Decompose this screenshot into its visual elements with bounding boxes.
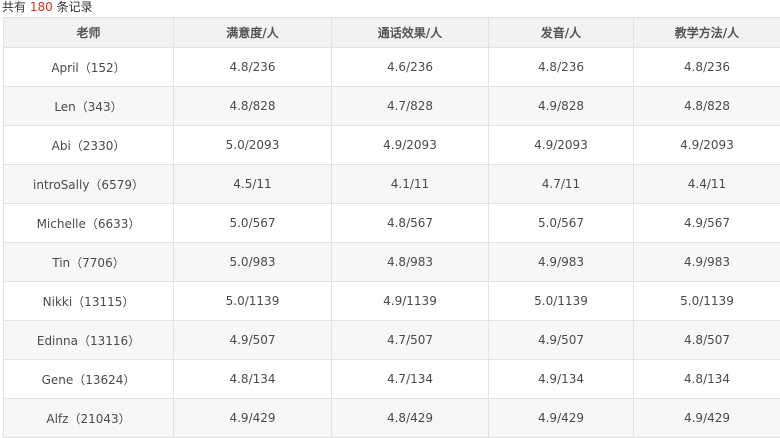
satisfaction-cell: 4.8/236 <box>174 48 332 87</box>
pronunciation-cell: 4.9/2093 <box>489 126 634 165</box>
pronunciation-cell: 4.9/507 <box>489 321 634 360</box>
teaching-method-cell: 4.9/429 <box>634 399 780 438</box>
satisfaction-cell: 4.5/11 <box>174 165 332 204</box>
satisfaction-cell: 4.8/828 <box>174 87 332 126</box>
teacher-cell: Michelle（6633） <box>4 204 174 243</box>
table-row: Alfz（21043）4.9/4294.8/4294.9/4294.9/429 <box>4 399 780 438</box>
teacher-cell: Edinna（13116） <box>4 321 174 360</box>
call-quality-cell: 4.7/828 <box>332 87 489 126</box>
table-row: Abi（2330）5.0/20934.9/20934.9/20934.9/209… <box>4 126 780 165</box>
call-quality-cell: 4.8/429 <box>332 399 489 438</box>
pronunciation-cell: 4.9/983 <box>489 243 634 282</box>
pronunciation-cell: 5.0/1139 <box>489 282 634 321</box>
table-row: Tin（7706）5.0/9834.8/9834.9/9834.9/983 <box>4 243 780 282</box>
record-count: 180 <box>30 0 53 14</box>
teacher-ratings-table: 老师 满意度/人 通话效果/人 发音/人 教学方法/人 April（152）4.… <box>3 17 780 438</box>
table-row: April（152）4.8/2364.6/2364.8/2364.8/236 <box>4 48 780 87</box>
table-row: Michelle（6633）5.0/5674.8/5675.0/5674.9/5… <box>4 204 780 243</box>
teacher-cell: Abi（2330） <box>4 126 174 165</box>
teaching-method-cell: 5.0/1139 <box>634 282 780 321</box>
header-row: 老师 满意度/人 通话效果/人 发音/人 教学方法/人 <box>4 18 780 48</box>
satisfaction-cell: 4.9/429 <box>174 399 332 438</box>
teaching-method-cell: 4.9/2093 <box>634 126 780 165</box>
record-count-summary: 共有 180 条记录 <box>2 0 93 16</box>
header-call-quality: 通话效果/人 <box>332 18 489 48</box>
satisfaction-cell: 5.0/1139 <box>174 282 332 321</box>
table-row: Edinna（13116）4.9/5074.7/5074.9/5074.8/50… <box>4 321 780 360</box>
teaching-method-cell: 4.8/134 <box>634 360 780 399</box>
teacher-cell: Tin（7706） <box>4 243 174 282</box>
teacher-cell: introSally（6579） <box>4 165 174 204</box>
table-row: introSally（6579）4.5/114.1/114.7/114.4/11 <box>4 165 780 204</box>
call-quality-cell: 4.9/2093 <box>332 126 489 165</box>
teacher-cell: Nikki（13115） <box>4 282 174 321</box>
call-quality-cell: 4.8/983 <box>332 243 489 282</box>
satisfaction-cell: 4.8/134 <box>174 360 332 399</box>
call-quality-cell: 4.6/236 <box>332 48 489 87</box>
call-quality-cell: 4.8/567 <box>332 204 489 243</box>
teaching-method-cell: 4.9/983 <box>634 243 780 282</box>
call-quality-cell: 4.9/1139 <box>332 282 489 321</box>
call-quality-cell: 4.7/134 <box>332 360 489 399</box>
table-row: Len（343）4.8/8284.7/8284.9/8284.8/828 <box>4 87 780 126</box>
summary-suffix: 条记录 <box>57 0 93 14</box>
header-satisfaction: 满意度/人 <box>174 18 332 48</box>
teacher-cell: Alfz（21043） <box>4 399 174 438</box>
pronunciation-cell: 5.0/567 <box>489 204 634 243</box>
pronunciation-cell: 4.7/11 <box>489 165 634 204</box>
pronunciation-cell: 4.9/134 <box>489 360 634 399</box>
teacher-cell: Len（343） <box>4 87 174 126</box>
table-header: 老师 满意度/人 通话效果/人 发音/人 教学方法/人 <box>4 18 780 48</box>
satisfaction-cell: 5.0/567 <box>174 204 332 243</box>
teaching-method-cell: 4.8/236 <box>634 48 780 87</box>
call-quality-cell: 4.7/507 <box>332 321 489 360</box>
teaching-method-cell: 4.9/567 <box>634 204 780 243</box>
pronunciation-cell: 4.9/429 <box>489 399 634 438</box>
table-row: Gene（13624）4.8/1344.7/1344.9/1344.8/134 <box>4 360 780 399</box>
teacher-cell: April（152） <box>4 48 174 87</box>
call-quality-cell: 4.1/11 <box>332 165 489 204</box>
teaching-method-cell: 4.8/507 <box>634 321 780 360</box>
table-row: Nikki（13115）5.0/11394.9/11395.0/11395.0/… <box>4 282 780 321</box>
satisfaction-cell: 5.0/2093 <box>174 126 332 165</box>
teaching-method-cell: 4.8/828 <box>634 87 780 126</box>
header-teacher: 老师 <box>4 18 174 48</box>
satisfaction-cell: 5.0/983 <box>174 243 332 282</box>
satisfaction-cell: 4.9/507 <box>174 321 332 360</box>
header-pronunciation: 发音/人 <box>489 18 634 48</box>
pronunciation-cell: 4.8/236 <box>489 48 634 87</box>
teacher-cell: Gene（13624） <box>4 360 174 399</box>
teaching-method-cell: 4.4/11 <box>634 165 780 204</box>
table-body: April（152）4.8/2364.6/2364.8/2364.8/236Le… <box>4 48 780 438</box>
header-teaching-method: 教学方法/人 <box>634 18 780 48</box>
pronunciation-cell: 4.9/828 <box>489 87 634 126</box>
summary-prefix: 共有 <box>2 0 26 14</box>
